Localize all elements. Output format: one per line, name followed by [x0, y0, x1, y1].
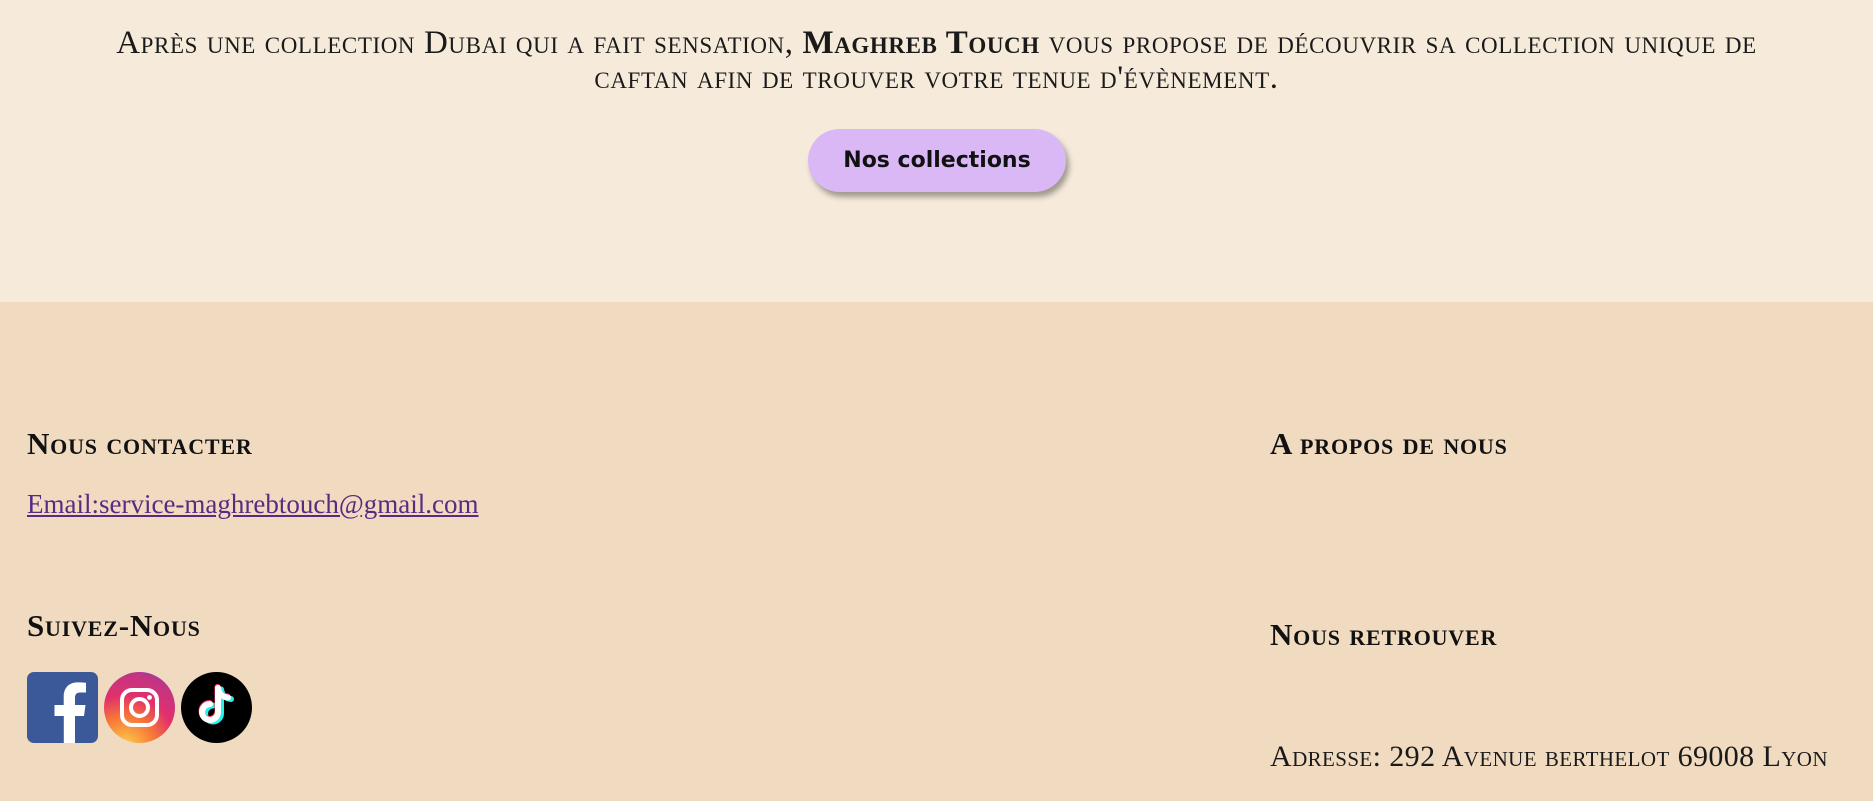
social-links	[27, 672, 252, 743]
facebook-link[interactable]	[27, 672, 98, 743]
intro-text-before: Après une collection Dubai qui a fait se…	[116, 25, 803, 61]
hero-section: Après une collection Dubai qui a fait se…	[0, 0, 1873, 302]
instagram-link[interactable]	[104, 672, 175, 743]
find-us-heading: Nous retrouver	[1270, 617, 1498, 652]
instagram-icon	[104, 672, 175, 743]
footer: Nous contacter Email:service-maghrebtouc…	[0, 302, 1873, 801]
address-text: Adresse: 292 Avenue berthelot 69008 Lyon	[1270, 740, 1828, 773]
intro-text: Après une collection Dubai qui a fait se…	[87, 26, 1787, 96]
tiktok-icon	[181, 672, 252, 743]
facebook-icon	[27, 672, 98, 743]
contact-heading: Nous contacter	[27, 426, 253, 461]
collections-button[interactable]: Nos collections	[808, 129, 1066, 192]
about-heading: A propos de nous	[1270, 426, 1508, 461]
email-link[interactable]: Email:service-maghrebtouch@gmail.com	[27, 489, 478, 520]
follow-heading: Suivez-Nous	[27, 608, 201, 643]
tiktok-link[interactable]	[181, 672, 252, 743]
brand-name: Maghreb Touch	[802, 25, 1040, 61]
